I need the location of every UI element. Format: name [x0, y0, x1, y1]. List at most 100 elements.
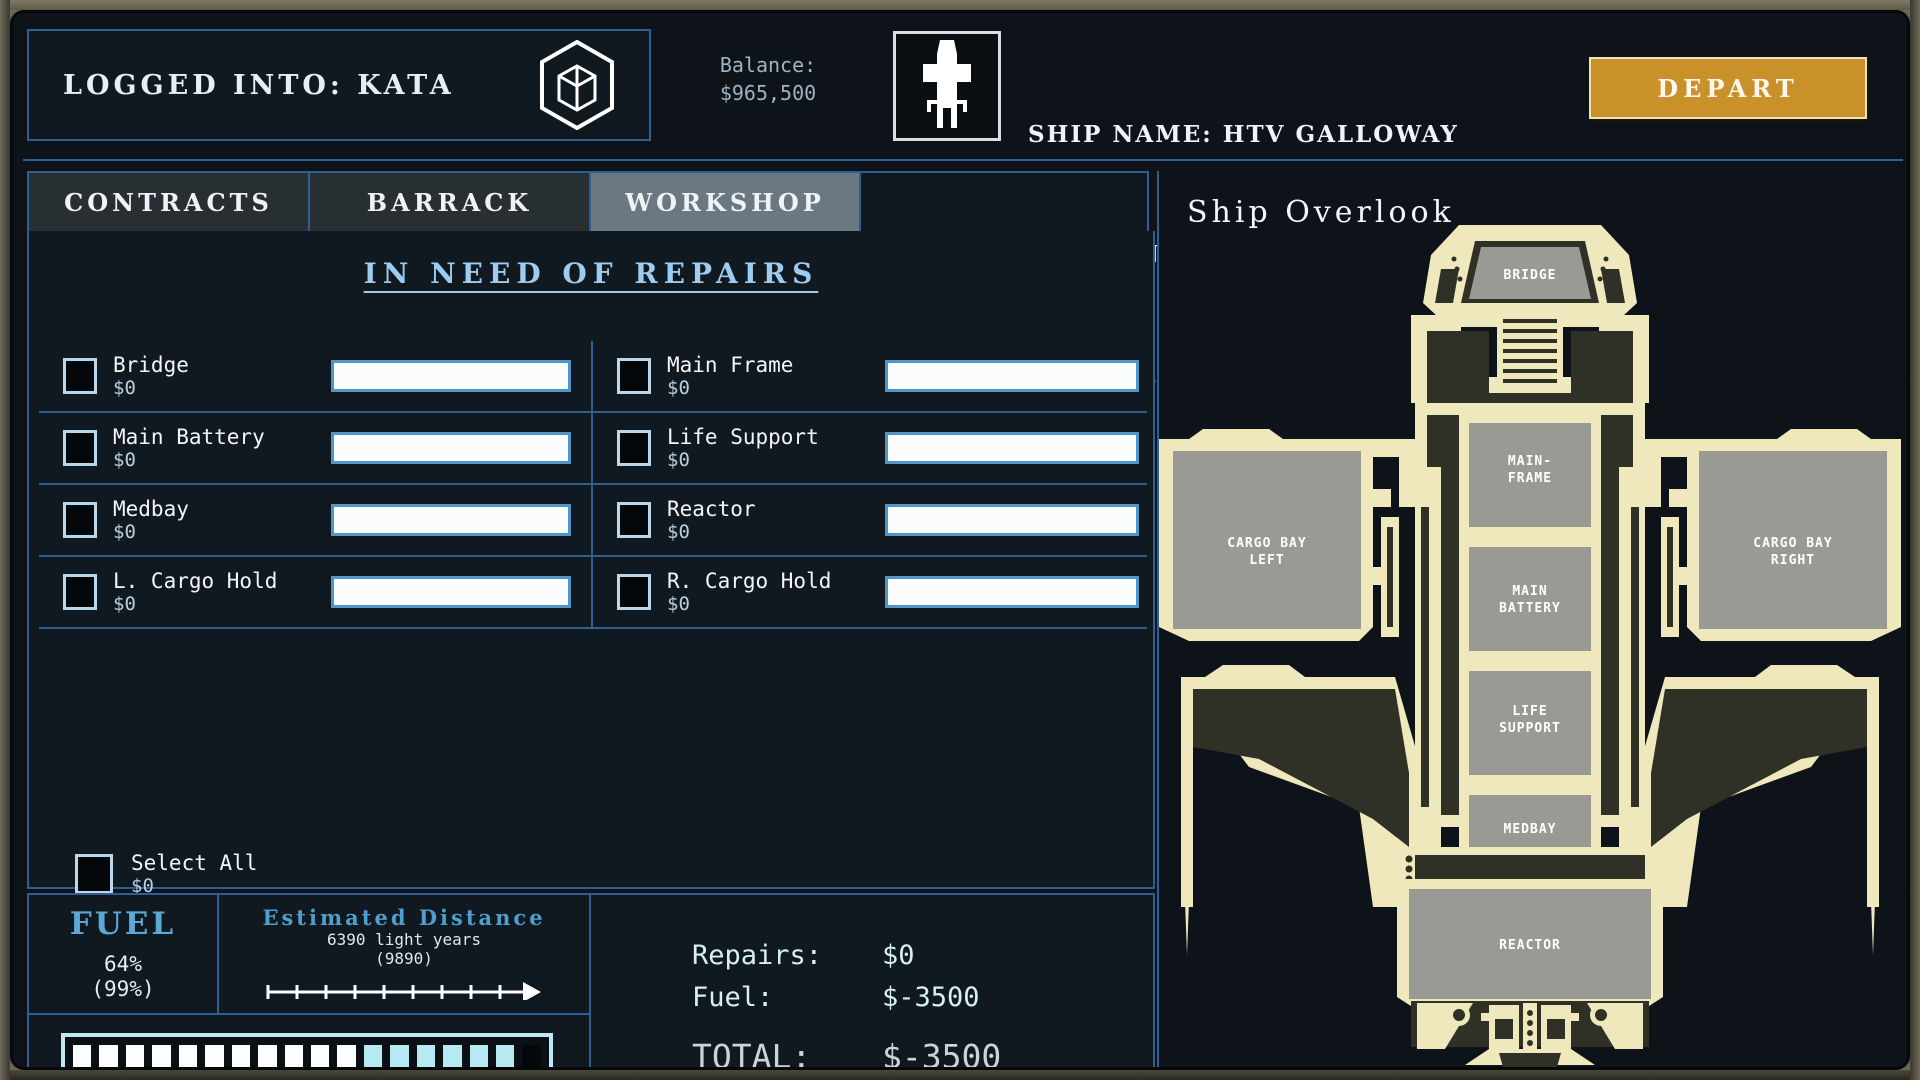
repair-health-bar — [331, 504, 571, 536]
repair-column-right: Main Frame $0 Life Support $0 Reactor $0… — [593, 341, 1147, 629]
total-value: $-3500 — [882, 1037, 1002, 1070]
repair-cost: $0 — [113, 449, 136, 471]
repairs-cost-value: $0 — [882, 940, 915, 971]
repair-health-bar — [885, 432, 1139, 464]
repair-label: Reactor $0 — [667, 497, 879, 543]
repair-cost: $0 — [667, 377, 690, 399]
balance-value: $965,500 — [719, 81, 817, 105]
fuel-summary-panel: FUEL 64% (99%) Estimated Distance 6390 l… — [27, 893, 1155, 1070]
repair-checkbox-main-frame[interactable] — [617, 358, 651, 394]
fuel-segment — [387, 1042, 412, 1067]
repair-row[interactable]: Life Support $0 — [593, 413, 1147, 485]
repair-checkbox-medbay[interactable] — [63, 502, 97, 538]
repair-name: Bridge — [113, 353, 189, 377]
header-bar: LOGGED INTO: KATA Balance: $965,500 SHIP — [13, 13, 1907, 388]
ship-thumbnail — [893, 31, 1001, 141]
room-label-main-frame-1: MAIN- — [1508, 454, 1552, 469]
repair-row[interactable]: Bridge $0 — [39, 341, 591, 413]
room-label-main-battery-1: MAIN — [1512, 584, 1547, 599]
total-row: TOTAL: $-3500 — [591, 1037, 1153, 1070]
fuel-cost-row: Fuel: $-3500 — [591, 977, 1153, 1019]
tab-empty[interactable] — [859, 171, 1149, 233]
repair-row[interactable]: R. Cargo Hold $0 — [593, 557, 1147, 629]
balance-label: Balance: — [719, 53, 817, 77]
repair-health-bar — [331, 360, 571, 392]
tab-barrack[interactable]: BARRACK — [308, 171, 591, 233]
repairs-cost-row: Repairs: $0 — [591, 935, 1153, 977]
repair-row[interactable]: Medbay $0 — [39, 485, 591, 557]
fuel-section: FUEL 64% (99%) Estimated Distance 6390 l… — [29, 895, 591, 1067]
repair-label: R. Cargo Hold $0 — [667, 569, 879, 615]
repairs-heading: IN NEED OF REPAIRS — [363, 257, 819, 290]
distance-value: 6390 light years — [326, 930, 482, 949]
cost-lines: Repairs: $0 Fuel: $-3500 — [591, 935, 1153, 1019]
repair-checkbox-reactor[interactable] — [617, 502, 651, 538]
room-label-cargo-bay-left-2: LEFT — [1249, 553, 1284, 568]
repair-health-bar — [885, 504, 1139, 536]
repair-cost: $0 — [667, 521, 690, 543]
fuel-segment — [493, 1042, 518, 1067]
fuel-segment — [202, 1042, 227, 1067]
login-label: LOGGED INTO: KATA — [63, 69, 455, 101]
fuel-segment — [334, 1042, 359, 1067]
repair-name: Main Frame — [667, 353, 794, 377]
repair-name: Medbay — [113, 497, 189, 521]
fuel-segment — [281, 1042, 306, 1067]
ship-silhouette-icon — [907, 38, 987, 134]
ship-name-line: SHIP NAME: HTV GALLOWAY — [1028, 121, 1459, 148]
fuel-segment — [228, 1042, 254, 1067]
fuel-segment — [307, 1042, 333, 1067]
repair-grid: Bridge $0 Main Battery $0 Medbay $0 L. C… — [39, 341, 1147, 629]
fuel-cost-value: $-3500 — [882, 982, 980, 1013]
select-all-row[interactable]: Select All $0 — [75, 851, 343, 897]
select-all-label: Select All $0 — [131, 851, 343, 897]
repair-row[interactable]: Main Battery $0 — [39, 413, 591, 485]
distance-axis-icon — [265, 978, 543, 1004]
select-all-checkbox[interactable] — [75, 854, 113, 894]
distance-alt-value: (9890) — [375, 949, 433, 968]
repair-cost: $0 — [667, 593, 690, 615]
repair-row[interactable]: Reactor $0 — [593, 485, 1147, 557]
room-label-life-support-2: SUPPORT — [1499, 721, 1561, 736]
repair-checkbox-r-cargo-hold[interactable] — [617, 574, 651, 610]
repair-label: Life Support $0 — [667, 425, 879, 471]
repair-name: L. Cargo Hold — [113, 569, 278, 593]
repair-health-bar — [885, 576, 1139, 608]
room-label-main-battery-2: BATTERY — [1499, 601, 1561, 616]
repair-row[interactable]: Main Frame $0 — [593, 341, 1147, 413]
room-label-main-frame-2: FRAME — [1508, 471, 1552, 486]
repair-checkbox-main-battery[interactable] — [63, 430, 97, 466]
fuel-segment — [413, 1042, 439, 1067]
repair-label: L. Cargo Hold $0 — [113, 569, 325, 615]
fuel-bar[interactable] — [61, 1033, 553, 1067]
repair-column-left: Bridge $0 Main Battery $0 Medbay $0 L. C… — [39, 341, 593, 629]
ship-diagram: .hull { fill:#efe8bd; } .room { fill:#9a… — [1159, 207, 1901, 1067]
bezel-bottom — [0, 1070, 1920, 1080]
fuel-segment — [466, 1042, 491, 1067]
depart-button[interactable]: DEPART — [1589, 57, 1867, 119]
repair-checkbox-bridge[interactable] — [63, 358, 97, 394]
bezel-left — [0, 0, 10, 1080]
header-divider — [23, 159, 1903, 161]
fuel-segment — [122, 1042, 148, 1067]
fuel-header-row: FUEL 64% (99%) Estimated Distance 6390 l… — [29, 895, 589, 1015]
repair-checkbox-l-cargo-hold[interactable] — [63, 574, 97, 610]
room-label-cargo-bay-left-1: CARGO BAY — [1227, 536, 1306, 551]
tab-contracts[interactable]: CONTRACTS — [27, 171, 310, 233]
repair-checkbox-life-support[interactable] — [617, 430, 651, 466]
repair-row[interactable]: L. Cargo Hold $0 — [39, 557, 591, 629]
workshop-panel: IN NEED OF REPAIRS Bridge $0 Main Batter… — [27, 231, 1155, 897]
distance-title: Estimated Distance — [262, 905, 546, 930]
tab-workshop[interactable]: WORKSHOP — [589, 171, 861, 233]
repair-health-bar — [885, 360, 1139, 392]
app-screen: LOGGED INTO: KATA Balance: $965,500 SHIP — [10, 10, 1910, 1070]
cube-icon — [539, 39, 615, 131]
repair-cost: $0 — [113, 377, 136, 399]
repair-name: Reactor — [667, 497, 756, 521]
fuel-segment — [96, 1042, 121, 1067]
fuel-segment — [519, 1042, 544, 1067]
fuel-segment — [360, 1042, 386, 1067]
repair-label: Medbay $0 — [113, 497, 325, 543]
bezel-right — [1910, 0, 1920, 1080]
fuel-title: FUEL — [69, 906, 177, 942]
